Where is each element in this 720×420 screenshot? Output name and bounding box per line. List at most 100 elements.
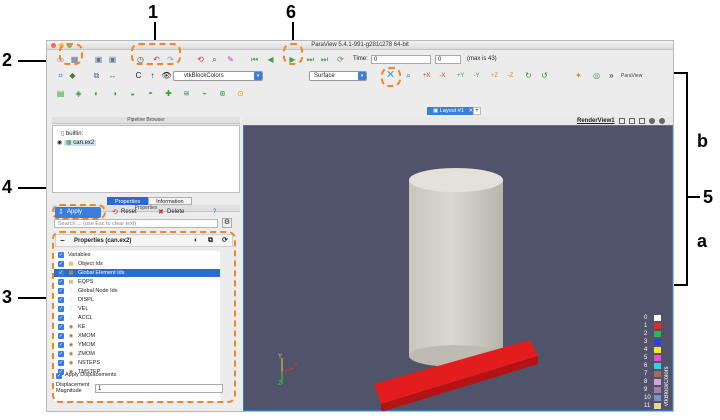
legend-entry: 4 <box>644 346 666 354</box>
toolbar-overflow-icon[interactable]: » <box>609 71 613 80</box>
legend-swatch <box>654 403 661 409</box>
help-button[interactable]: ? <box>207 207 229 218</box>
callout-5: 5 <box>703 187 714 207</box>
legend-title: vtkBlockColors <box>664 366 670 406</box>
advanced-toggle-icon[interactable]: ⚙ <box>222 218 232 228</box>
view-minus-x-icon[interactable]: -X <box>437 70 448 81</box>
calculator-icon[interactable]: ◆ <box>67 70 78 81</box>
next-frame-icon[interactable]: ⏭ <box>305 54 316 65</box>
legend-swatch <box>654 339 661 345</box>
select-cells-icon[interactable]: C <box>133 70 144 81</box>
first-frame-icon[interactable]: ⏮ <box>249 54 260 65</box>
apply-button[interactable]: ⇩ Apply <box>55 207 101 218</box>
view-minus-z-icon[interactable]: -Z <box>505 70 516 81</box>
window-title: ParaView 5.4.1-991-g281c278 64-bit <box>311 42 409 48</box>
calculator-filter-icon[interactable]: ▤ <box>55 88 66 99</box>
render-scene <box>281 168 538 411</box>
extract-subset-icon[interactable]: ◓ <box>145 88 156 99</box>
paraview-window: ParaView 5.4.1-991-g281c278 64-bit ▭ ▦ ▣… <box>46 40 674 412</box>
interact-icon[interactable]: ⧉ <box>91 70 102 81</box>
center-axes-icon[interactable]: ✦ <box>573 70 584 81</box>
toggle-visibility-icon[interactable]: 👁 <box>161 70 172 81</box>
ruler-icon[interactable]: ↔ <box>107 70 118 81</box>
select-points-icon[interactable]: ↑ <box>147 70 158 81</box>
stream-tracer-icon[interactable]: ≋ <box>181 88 192 99</box>
render-view[interactable]: Y X Z 0 1 2 3 4 5 6 7 8 9 10 11 vtkBlockColors <box>243 125 673 411</box>
camera-redo-icon[interactable]: ⌕ <box>209 54 220 65</box>
threshold-icon[interactable]: ◒ <box>127 88 138 99</box>
pipeline-item-builtin[interactable]: ▯ builtin: <box>61 130 83 137</box>
axis-y-label: Y <box>278 354 283 360</box>
loop-icon[interactable]: ⟳ <box>335 54 346 65</box>
split-vertical-icon[interactable] <box>629 118 635 124</box>
warp-vector-icon[interactable]: ⌁ <box>199 88 210 99</box>
legend-swatch <box>654 379 661 385</box>
coloring-combo[interactable]: vtkBlockColors ▾ <box>173 71 263 81</box>
tab-properties[interactable]: Properties <box>107 197 149 205</box>
callout-6: 6 <box>286 2 297 22</box>
legend-swatch <box>654 387 661 393</box>
filters-toolbar: ▤ ◈ ◐ ◑ ◒ ◓ ✚ ≋ ⌁ ⊛ ⊙ <box>47 86 673 100</box>
rotate-cw-icon[interactable]: ↻ <box>523 70 534 81</box>
callout-2: 2 <box>2 50 13 70</box>
callout-a: a <box>697 231 708 251</box>
callout-4-line <box>18 187 48 189</box>
representation-combo[interactable]: Surface ▾ <box>309 71 367 81</box>
properties-search-input[interactable]: Search ... (use Esc to clear text) <box>54 219 218 228</box>
zoom-to-data-icon[interactable]: ⌕ <box>403 70 414 81</box>
legend-swatch <box>654 323 661 329</box>
clip-icon[interactable]: ◐ <box>91 88 102 99</box>
contour-icon[interactable]: ◈ <box>73 88 84 99</box>
view-plus-y-icon[interactable]: +Y <box>455 70 466 81</box>
legend-entry: 7 <box>644 370 666 378</box>
view-plus-z-icon[interactable]: +Z <box>489 70 500 81</box>
legend-entry: 0 <box>644 314 666 322</box>
callout-3-line <box>18 297 48 299</box>
time-index-spinbox[interactable]: 0 <box>435 55 461 64</box>
layout-tab-label: Layout #1 <box>439 108 464 114</box>
callout-5-bracket-tick <box>688 196 700 198</box>
annotation-box-6 <box>283 43 303 65</box>
legend-swatch <box>654 331 661 337</box>
camera-undo-icon[interactable]: ⟲ <box>195 54 206 65</box>
toolbar-extra-label: ParaView <box>621 73 643 79</box>
layout-icon: ▣ <box>433 108 440 114</box>
legend-swatch <box>654 355 661 361</box>
view-minus-y-icon[interactable]: -Y <box>471 70 482 81</box>
legend-entry: 2 <box>644 330 666 338</box>
slice-icon[interactable]: ◑ <box>109 88 120 99</box>
group-datasets-icon[interactable]: ⊛ <box>217 88 228 99</box>
tab-layout-1[interactable]: ▣ Layout #1 ✕ <box>427 107 480 115</box>
pick-center-icon[interactable]: ◎ <box>591 70 602 81</box>
eye-icon[interactable]: ◉ <box>57 140 64 146</box>
annotation-box-1 <box>131 43 181 65</box>
extract-level-icon[interactable]: ⊙ <box>235 88 246 99</box>
annotation-box-2 <box>59 43 83 65</box>
legend-entry-label: 0 <box>644 315 648 321</box>
display-toolbar: ⌗ ◆ ⧉ ↔ C ↑ 👁 vtkBlockColors ▾ Surface ▾… <box>47 68 673 84</box>
legend-entry-label: 1 <box>644 323 648 329</box>
previous-frame-icon[interactable]: ◀ <box>265 54 276 65</box>
last-frame-icon[interactable]: ⏭ <box>319 54 330 65</box>
color-map-icon[interactable]: ✎ <box>225 54 236 65</box>
close-window-button[interactable] <box>51 43 56 48</box>
close-view-icon[interactable] <box>659 118 665 124</box>
rotate-ccw-icon[interactable]: ↺ <box>539 70 550 81</box>
restore-view-icon[interactable] <box>649 118 655 124</box>
pipeline-item-can-ex2[interactable]: ◉ ▦ can.ex2 <box>57 139 97 146</box>
time-value-field[interactable]: 0 <box>371 55 431 64</box>
legend-entry-label: 10 <box>644 395 651 401</box>
split-horizontal-icon[interactable] <box>619 118 625 124</box>
tab-information[interactable]: Information <box>148 197 192 205</box>
delete-button[interactable]: ✖ Delete <box>155 207 201 218</box>
show-all-icon[interactable]: ⌗ <box>55 70 66 81</box>
legend-swatch <box>654 315 661 321</box>
add-layout-button[interactable]: + <box>473 107 481 115</box>
maximize-view-icon[interactable] <box>639 118 645 124</box>
callout-4: 4 <box>2 177 13 197</box>
glyph-icon[interactable]: ✚ <box>163 88 174 99</box>
view-plus-x-icon[interactable]: +X <box>421 70 432 81</box>
load-state-icon[interactable]: ▣ <box>93 54 104 65</box>
reset-button[interactable]: ⟲ Reset <box>109 207 149 218</box>
save-state-icon[interactable]: ▣ <box>107 54 118 65</box>
